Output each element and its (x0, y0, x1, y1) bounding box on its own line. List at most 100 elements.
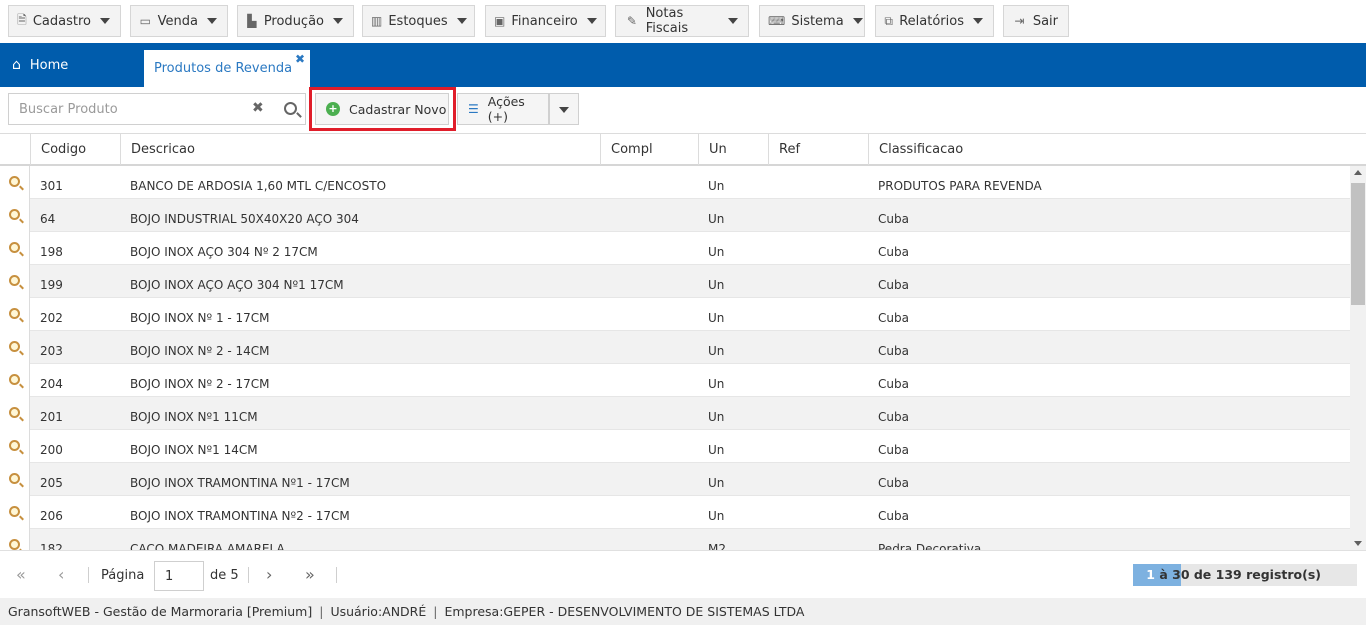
view-record-button[interactable] (0, 199, 30, 232)
column-header-ref[interactable]: Ref (768, 134, 868, 165)
cell-classificacao: Cuba (878, 509, 909, 523)
menu-estoques[interactable]: ▥ Estoques (362, 5, 475, 37)
menu-notas-fiscais[interactable]: ✎ Notas Fiscais (615, 5, 749, 37)
table-row[interactable]: 205 BOJO INOX TRAMONTINA Nº1 - 17CM Un Cuba (0, 463, 1350, 496)
column-header-codigo[interactable]: Codigo (30, 134, 120, 165)
table-row[interactable]: 204 BOJO INOX Nº 2 - 17CM Un Cuba (0, 364, 1350, 397)
records-range: à 30 de 139 registro(s) (1159, 567, 1321, 582)
cell-compl (600, 166, 698, 199)
menu-label: Financeiro (511, 13, 578, 29)
actions-button[interactable]: ☰ Ações (+) (457, 93, 549, 125)
cell-descricao: CACO MADEIRA AMARELA (130, 542, 285, 550)
menu-cadastro[interactable]: 🗎 Cadastro (8, 5, 121, 37)
page-number-input[interactable] (154, 561, 204, 591)
cell-compl (600, 496, 698, 529)
app-name: GransoftWEB - Gestão de Marmoraria [Prem… (8, 604, 313, 619)
first-page-icon[interactable]: « (16, 565, 26, 584)
scroll-up-icon[interactable] (1354, 170, 1362, 175)
cell-classificacao: Cuba (878, 344, 909, 358)
add-new-button[interactable]: + Cadastrar Novo (315, 93, 449, 125)
table-header: Codigo Descricao Compl Un Ref Classifica… (0, 133, 1366, 166)
cell-un: Un (708, 245, 725, 259)
tab-produtos-de-revenda[interactable]: Produtos de Revenda ✖ (144, 50, 310, 87)
magnifier-icon (9, 407, 20, 418)
menu-produ-o[interactable]: ▙ Produção (237, 5, 354, 37)
view-record-button[interactable] (0, 232, 30, 265)
cell-codigo: 200 (40, 443, 63, 457)
table-row[interactable]: 199 BOJO INOX AÇO AÇO 304 Nº1 17CM Un Cuba (0, 265, 1350, 298)
cell-descricao: BOJO INOX AÇO AÇO 304 Nº1 17CM (130, 278, 344, 292)
menu-relat-rios[interactable]: ⧉ Relatórios (875, 5, 994, 37)
clear-icon[interactable]: ✖ (252, 100, 264, 116)
column-header-un[interactable]: Un (698, 134, 768, 165)
cell-codigo: 182 (40, 542, 63, 550)
menu-financeiro[interactable]: ▣ Financeiro (485, 5, 606, 37)
cell-un: Un (708, 344, 725, 358)
tab-bar: ⌂ Home Produtos de Revenda ✖ (0, 43, 1366, 87)
menu-sair[interactable]: ⇥ Sair (1003, 5, 1069, 37)
last-page-icon[interactable]: » (305, 565, 315, 584)
cell-codigo: 198 (40, 245, 63, 259)
table-row[interactable]: 64 BOJO INDUSTRIAL 50X40X20 AÇO 304 Un Cuba (0, 199, 1350, 232)
cell-descricao: BOJO INOX Nº1 11CM (130, 410, 258, 424)
tab-home[interactable]: ⌂ Home (12, 43, 68, 87)
view-record-button[interactable] (0, 430, 30, 463)
cell-classificacao: PRODUTOS PARA REVENDA (878, 179, 1042, 193)
scroll-down-icon[interactable] (1354, 541, 1362, 546)
cell-ref (768, 397, 868, 430)
menu-label: Estoques (388, 13, 448, 29)
status-bar: GransoftWEB - Gestão de Marmoraria [Prem… (0, 598, 1366, 625)
cell-descricao: BANCO DE ARDOSIA 1,60 MTL C/ENCOSTO (130, 179, 387, 193)
sign-out-icon: ⇥ (1014, 14, 1025, 28)
cell-un: Un (708, 410, 725, 424)
view-record-button[interactable] (0, 166, 30, 199)
scrollbar-thumb[interactable] (1351, 183, 1365, 305)
view-record-button[interactable] (0, 463, 30, 496)
page-label: Página (101, 568, 145, 583)
view-record-button[interactable] (0, 496, 30, 529)
search-input[interactable] (9, 94, 239, 124)
cell-codigo: 206 (40, 509, 63, 523)
cell-descricao: BOJO INDUSTRIAL 50X40X20 AÇO 304 (130, 212, 359, 226)
cell-compl (600, 463, 698, 496)
table-row[interactable]: 202 BOJO INOX Nº 1 - 17CM Un Cuba (0, 298, 1350, 331)
view-record-button[interactable] (0, 397, 30, 430)
view-record-button[interactable] (0, 331, 30, 364)
table-row[interactable]: 201 BOJO INOX Nº1 11CM Un Cuba (0, 397, 1350, 430)
menu-venda[interactable]: ▭ Venda (130, 5, 228, 37)
edit-icon: ✎ (626, 14, 637, 28)
previous-page-icon[interactable]: ‹ (58, 565, 64, 584)
close-icon[interactable]: ✖ (295, 52, 305, 66)
pager: « ‹ Página de 5 › » 1 à 30 de 139 regist… (0, 550, 1366, 598)
vertical-scrollbar[interactable] (1350, 166, 1366, 550)
table-row[interactable]: 301 BANCO DE ARDOSIA 1,60 MTL C/ENCOSTO Un… (0, 166, 1350, 199)
actions-dropdown-button[interactable] (549, 93, 579, 125)
actions-label: Ações (+) (487, 94, 525, 124)
table-row[interactable]: 198 BOJO INOX AÇO 304 Nº 2 17CM Un Cuba (0, 232, 1350, 265)
column-header-descricao[interactable]: Descricao (120, 134, 600, 165)
cell-classificacao: Pedra Decorativa (878, 542, 982, 550)
search-icon[interactable] (284, 102, 297, 115)
cell-descricao: BOJO INOX Nº1 14CM (130, 443, 258, 457)
view-record-button[interactable] (0, 529, 30, 550)
list-icon: ☰ (468, 102, 479, 116)
menu-sistema[interactable]: ⌨ Sistema (759, 5, 865, 37)
plus-circle-icon: + (326, 102, 340, 116)
cell-ref (768, 529, 868, 550)
column-header-compl[interactable]: Compl (600, 134, 698, 165)
menu-label: Notas Fiscais (645, 6, 689, 36)
next-page-icon[interactable]: › (266, 565, 272, 584)
view-record-button[interactable] (0, 364, 30, 397)
bar-chart-icon: ▙ (247, 14, 257, 28)
table-row[interactable]: 200 BOJO INOX Nº1 14CM Un Cuba (0, 430, 1350, 463)
view-record-button[interactable] (0, 298, 30, 331)
cell-codigo: 203 (40, 344, 63, 358)
table-row[interactable]: 203 BOJO INOX Nº 2 - 14CM Un Cuba (0, 331, 1350, 364)
cell-classificacao: Cuba (878, 311, 909, 325)
table-row[interactable]: 206 BOJO INOX TRAMONTINA Nº2 - 17CM Un Cuba (0, 496, 1350, 529)
caret-down-icon (207, 18, 217, 24)
table-row[interactable]: 182 CACO MADEIRA AMARELA M2 Pedra Decorativ… (0, 529, 1350, 550)
cell-compl (600, 199, 698, 232)
view-record-button[interactable] (0, 265, 30, 298)
column-header-classificacao[interactable]: Classificacao (868, 134, 1366, 165)
